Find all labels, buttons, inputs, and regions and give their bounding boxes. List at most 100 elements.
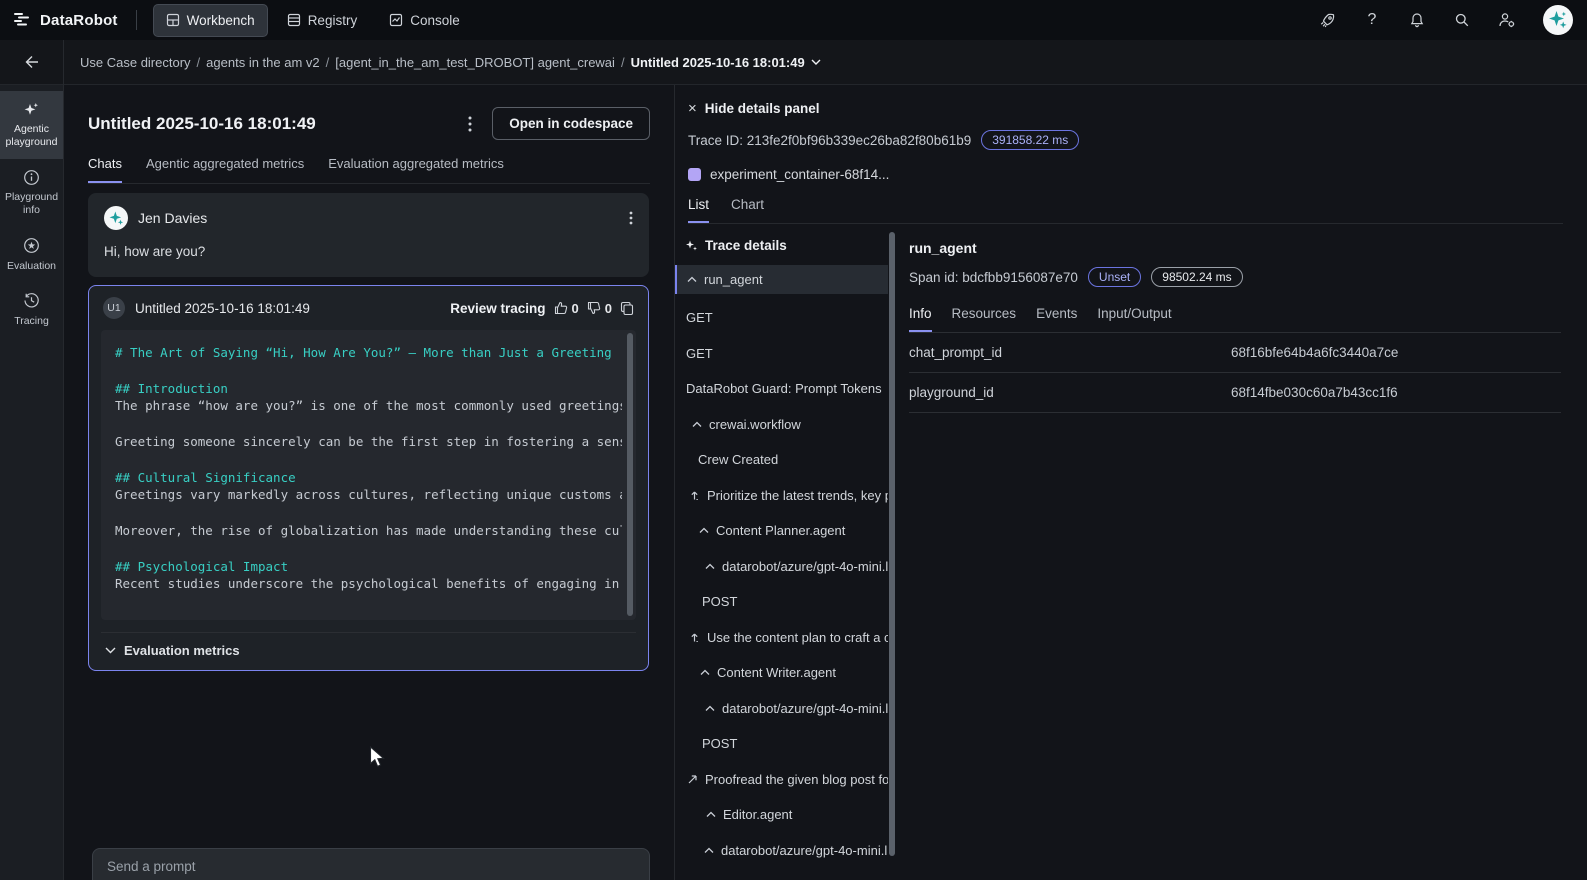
- sidebar-item-label: Tracing: [14, 315, 49, 328]
- tree-item-crewai-workflow[interactable]: crewai.workflow: [675, 407, 888, 443]
- open-in-codespace-button[interactable]: Open in codespace: [492, 107, 650, 140]
- thumbs-up-icon: [554, 301, 568, 315]
- review-tracing-link[interactable]: Review tracing: [450, 301, 545, 316]
- rocket-icon[interactable]: [1318, 11, 1336, 29]
- chevron-up-icon: [700, 669, 710, 676]
- tree-item-content-writer-agent[interactable]: Content Writer.agent: [675, 655, 888, 691]
- nav-tab-console[interactable]: Console: [376, 4, 473, 37]
- tab-list[interactable]: List: [688, 197, 709, 223]
- datarobot-logo-icon: [12, 12, 32, 28]
- chevron-up-icon: [699, 527, 709, 534]
- sidebar-item-tracing[interactable]: Tracing: [0, 283, 63, 338]
- thumbs-up-count: 0: [572, 301, 579, 316]
- user-avatar[interactable]: [1543, 5, 1573, 35]
- tree-item-llm-gpt4o-mini[interactable]: datarobot/azure/gpt-4o-mini.l: [675, 549, 888, 585]
- tab-resources[interactable]: Resources: [952, 306, 1017, 332]
- span-tabs: Info Resources Events Input/Output: [909, 306, 1561, 333]
- code-line: [115, 540, 622, 558]
- tab-input-output[interactable]: Input/Output: [1097, 306, 1171, 332]
- nav-tab-workbench[interactable]: Workbench: [153, 4, 268, 37]
- tree-item-label: Editor.agent: [723, 807, 792, 822]
- page-title: Untitled 2025-10-16 18:01:49: [88, 114, 316, 134]
- nav-tab-label: Console: [410, 13, 460, 28]
- code-line: ## Cultural Significance: [115, 469, 622, 487]
- sidebar-item-agentic-playground[interactable]: Agentic playground: [0, 91, 63, 159]
- tree-item-run-agent[interactable]: run_agent: [675, 265, 888, 294]
- chevron-up-icon: [687, 276, 697, 283]
- breadcrumb-link[interactable]: agents in the am v2: [206, 55, 319, 70]
- tree-item-guard-prompt-tokens[interactable]: DataRobot Guard: Prompt Tokens: [675, 371, 888, 407]
- user-gear-icon[interactable]: [1498, 11, 1516, 29]
- evaluation-metrics-toggle[interactable]: Evaluation metrics: [101, 632, 636, 670]
- span-status-badge: Unset: [1088, 267, 1141, 287]
- help-icon[interactable]: ?: [1363, 11, 1381, 29]
- tab-chart[interactable]: Chart: [731, 197, 764, 223]
- tree-item-get[interactable]: GET: [675, 300, 888, 336]
- span-details: run_agent Span id: bdcfbb9156087e70 Unse…: [897, 224, 1587, 880]
- sidebar: Agentic playground Playground info Evalu…: [0, 85, 63, 880]
- nav-tab-registry[interactable]: Registry: [274, 4, 371, 37]
- tree-item-task-use-content-plan[interactable]: Use the content plan to craft a c: [675, 620, 888, 656]
- tree-scrollbar[interactable]: [888, 224, 897, 880]
- thumbs-down-button[interactable]: 0: [587, 301, 612, 316]
- back-button[interactable]: [0, 40, 63, 85]
- info-icon: [23, 168, 41, 186]
- thumbs-up-button[interactable]: 0: [554, 301, 579, 316]
- breadcrumb-separator: /: [621, 55, 625, 70]
- breadcrumb-current[interactable]: Untitled 2025-10-16 18:01:49: [631, 55, 821, 70]
- bell-icon[interactable]: [1408, 11, 1426, 29]
- span-name: run_agent: [909, 240, 1561, 256]
- tree-scrollbar-thumb[interactable]: [889, 232, 895, 856]
- nav-tab-label: Workbench: [187, 13, 255, 28]
- sidebar-item-playground-info[interactable]: Playground info: [0, 159, 63, 227]
- thumbs-down-count: 0: [605, 301, 612, 316]
- chevron-down-icon: [105, 647, 116, 654]
- tree-item-llm-gpt4o-mini[interactable]: datarobot/azure/gpt-4o-mini.l: [675, 833, 888, 869]
- tab-chats[interactable]: Chats: [88, 156, 122, 183]
- table-row: playground_id 68f14fbe030c60a7b43cc1f6: [909, 373, 1561, 413]
- tree-item-llm-gpt4o-mini[interactable]: datarobot/azure/gpt-4o-mini.l: [675, 691, 888, 727]
- tree-item-task-prioritize[interactable]: Prioritize the latest trends, key p: [675, 478, 888, 514]
- search-icon[interactable]: [1453, 11, 1471, 29]
- tab-evaluation-aggregated-metrics[interactable]: Evaluation aggregated metrics: [328, 156, 504, 183]
- tree-item-content-planner-agent[interactable]: Content Planner.agent: [675, 513, 888, 549]
- tree-item-post[interactable]: POST: [675, 584, 888, 620]
- container-color-swatch: [688, 168, 701, 181]
- brand-name: DataRobot: [40, 12, 118, 29]
- hide-details-button[interactable]: × Hide details panel: [688, 100, 1563, 117]
- tree-item-get[interactable]: GET: [675, 336, 888, 372]
- prompt-input[interactable]: [107, 859, 635, 874]
- page-kebab-menu[interactable]: [468, 116, 472, 132]
- message-kebab-menu[interactable]: [629, 211, 633, 225]
- datarobot-logo[interactable]: DataRobot: [12, 12, 118, 29]
- nav-divider: [136, 10, 137, 30]
- response-markdown-block[interactable]: # The Art of Saying “Hi, How Are You?” –…: [101, 330, 636, 620]
- sparkle-icon: [685, 239, 698, 252]
- sidebar-item-evaluation[interactable]: Evaluation: [0, 228, 63, 283]
- user-message-avatar: [104, 206, 128, 230]
- chevron-up-icon: [704, 847, 714, 854]
- code-scrollbar[interactable]: [627, 333, 633, 616]
- code-line: [115, 362, 622, 380]
- tree-item-post[interactable]: POST: [675, 726, 888, 762]
- code-line: The phrase “how are you?” is one of the …: [115, 397, 622, 415]
- tree-item-label: run_agent: [704, 272, 763, 287]
- breadcrumb-link[interactable]: Use Case directory: [80, 55, 191, 70]
- tab-events[interactable]: Events: [1036, 306, 1077, 332]
- close-icon: ×: [688, 100, 697, 117]
- copy-icon[interactable]: [620, 301, 634, 316]
- breadcrumb-separator: /: [326, 55, 330, 70]
- tab-agentic-aggregated-metrics[interactable]: Agentic aggregated metrics: [146, 156, 304, 183]
- app-window: DataRobot Workbench Registry Console ?: [0, 0, 1587, 880]
- tree-item-editor-agent[interactable]: Editor.agent: [675, 797, 888, 833]
- chevron-up-icon: [692, 421, 702, 428]
- code-line: Moreover, the rise of globalization has …: [115, 522, 622, 540]
- tree-item-crew-created[interactable]: Crew Created: [675, 442, 888, 478]
- breadcrumb-link[interactable]: [agent_in_the_am_test_DROBOT] agent_crew…: [335, 55, 615, 70]
- attribute-value: 68f16bfe64b4a6fc3440a7ce: [1231, 345, 1398, 360]
- container-label[interactable]: experiment_container-68f14...: [710, 167, 889, 182]
- tab-info[interactable]: Info: [909, 306, 932, 332]
- tree-item-label: POST: [702, 594, 737, 609]
- trace-tree-header: Trace details: [705, 238, 787, 253]
- tree-item-task-proofread[interactable]: Proofread the given blog post for: [675, 762, 888, 798]
